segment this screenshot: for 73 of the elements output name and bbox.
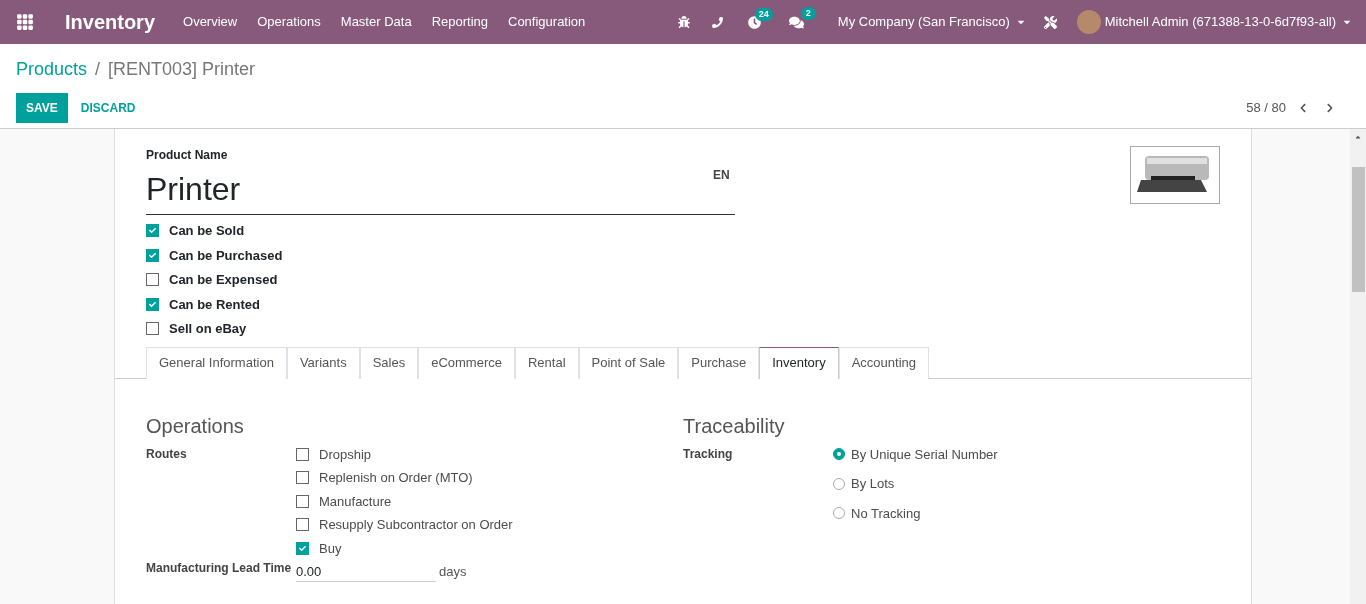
checkbox[interactable] xyxy=(296,447,309,461)
scrollbar[interactable] xyxy=(1350,129,1366,604)
lead-time-field[interactable]: 0.00 xyxy=(296,562,436,582)
form-tab[interactable]: eCommerce xyxy=(418,346,515,379)
form-tab[interactable]: Sales xyxy=(359,346,419,379)
checkbox-label: Manufacture xyxy=(319,492,392,511)
checkbox[interactable] xyxy=(146,248,159,262)
phone-icon[interactable] xyxy=(711,16,723,28)
check-icon xyxy=(149,251,156,259)
next-icon[interactable] xyxy=(1325,103,1335,113)
bug-icon[interactable] xyxy=(677,16,690,28)
checkbox[interactable] xyxy=(146,322,159,336)
scroll-up-icon[interactable] xyxy=(1354,133,1362,141)
form-tab[interactable]: Point of Sale xyxy=(578,346,679,379)
checkbox[interactable] xyxy=(296,471,309,485)
apps-menu-icon[interactable] xyxy=(16,13,34,31)
check-icon xyxy=(299,544,306,552)
unit-label: days xyxy=(439,563,467,581)
scrollbar-thumb[interactable] xyxy=(1351,167,1365,292)
checkbox-label: Replenish on Order (MTO) xyxy=(319,469,473,487)
checkbox-label: Buy xyxy=(319,539,342,558)
checkbox[interactable] xyxy=(296,541,309,555)
tools-icon[interactable] xyxy=(1043,15,1057,29)
field-label: Manufacturing Lead Time xyxy=(146,562,293,577)
company-switcher[interactable]: My Company (San Francisco) xyxy=(837,12,1026,32)
user-menu[interactable]: Mitchell Admin (671388-13-0-6d7f93-all) xyxy=(1104,12,1352,32)
avatar xyxy=(1076,10,1101,34)
checkbox-label: Dropship xyxy=(319,445,372,464)
field-label: Routes xyxy=(146,445,188,463)
form-tab[interactable]: Purchase xyxy=(678,346,760,379)
radio-button[interactable] xyxy=(833,507,845,520)
checkbox-label: Sell on eBay xyxy=(169,320,247,338)
checkbox[interactable] xyxy=(146,273,159,287)
form-tab[interactable]: Accounting xyxy=(838,346,929,379)
checkbox[interactable] xyxy=(296,494,309,508)
form-tab[interactable]: General Information xyxy=(146,346,287,379)
radio-button[interactable] xyxy=(833,448,845,461)
menu-item[interactable]: Overview xyxy=(173,12,248,32)
field-label: Tracking xyxy=(683,445,734,463)
section-title: Operations xyxy=(146,413,245,439)
activity-count-badge: 24 xyxy=(754,7,773,21)
radio-button[interactable] xyxy=(833,477,845,490)
checkbox-label: Resupply Subcontractor on Order xyxy=(319,516,513,534)
product-image-frame[interactable] xyxy=(1130,146,1220,204)
check-icon xyxy=(149,227,156,235)
pager-counter: 58 / 80 xyxy=(1246,99,1286,118)
radio-label: By Unique Serial Number xyxy=(851,445,998,464)
form-tab[interactable]: Rental xyxy=(514,346,579,379)
form-tab[interactable]: Variants xyxy=(286,346,360,379)
language-button[interactable]: EN xyxy=(713,166,730,182)
menu-item[interactable]: Configuration xyxy=(498,12,596,32)
menu-item[interactable]: Master Data xyxy=(330,12,422,32)
checkbox-label: Can be Purchased xyxy=(169,246,283,265)
checkbox-label: Can be Expensed xyxy=(169,271,278,289)
menu-item[interactable]: Reporting xyxy=(421,12,498,32)
breadcrumb-separator: / xyxy=(95,58,101,81)
field-label: Product Name xyxy=(146,147,229,164)
previous-icon[interactable] xyxy=(1298,103,1308,113)
breadcrumb-current: [RENT003] Printer xyxy=(108,58,256,81)
radio-label: By Lots xyxy=(851,475,895,493)
message-count-badge: 2 xyxy=(800,6,816,20)
menu-item[interactable]: Operations xyxy=(247,12,331,32)
checkbox-label: Can be Sold xyxy=(169,222,245,240)
radio-label: No Tracking xyxy=(851,504,921,523)
chat-icon[interactable] xyxy=(788,14,804,30)
checkbox[interactable] xyxy=(296,518,309,532)
form-tab[interactable]: Inventory xyxy=(759,346,839,379)
section-title: Traceability xyxy=(683,413,786,439)
checkbox-label: Can be Rented xyxy=(169,295,260,314)
app-title[interactable]: Inventory xyxy=(65,7,156,37)
check-icon xyxy=(149,300,156,308)
checkbox[interactable] xyxy=(146,224,159,238)
checkbox[interactable] xyxy=(146,297,159,311)
